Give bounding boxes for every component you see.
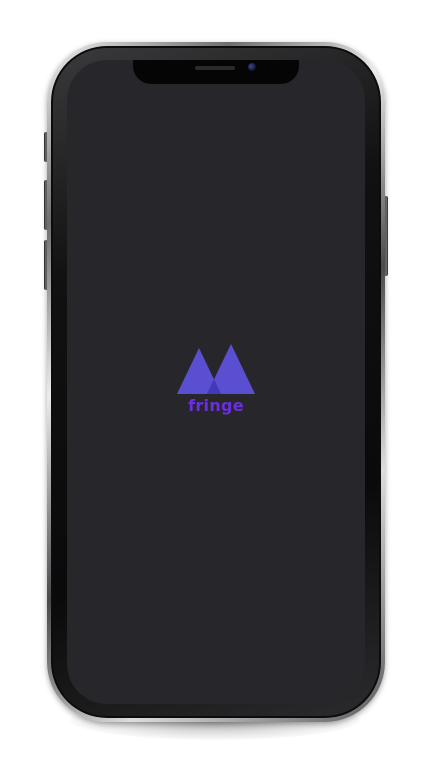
front-camera-icon <box>248 63 256 71</box>
device-stage: fringe <box>0 0 432 780</box>
app-logo: fringe <box>67 342 365 415</box>
fringe-logo-icon <box>177 344 255 394</box>
splash-screen[interactable]: fringe <box>67 60 365 704</box>
phone-frame: fringe <box>47 42 385 722</box>
app-wordmark: fringe <box>188 396 244 415</box>
earpiece-speaker <box>195 66 235 70</box>
notch <box>133 60 299 84</box>
